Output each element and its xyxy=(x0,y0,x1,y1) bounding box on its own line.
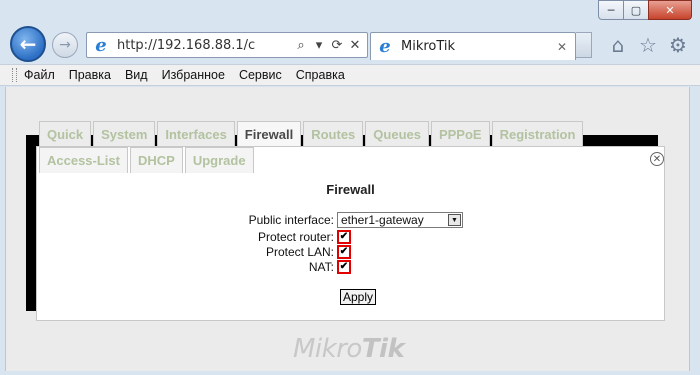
logo-part-tik: Tik xyxy=(361,334,405,364)
tab-quick[interactable]: Quick xyxy=(39,121,92,147)
back-button[interactable]: ← xyxy=(10,26,46,62)
menu-favorites[interactable]: Избранное xyxy=(162,68,225,82)
tab-firewall[interactable]: Firewall xyxy=(236,121,302,147)
menu-help[interactable]: Справка xyxy=(296,68,345,82)
menu-tools[interactable]: Сервис xyxy=(239,68,282,82)
menu-view[interactable]: Вид xyxy=(125,68,148,82)
tab-title: MikroTik xyxy=(401,39,456,54)
home-icon[interactable]: ⌂ xyxy=(606,33,630,57)
tab-interfaces[interactable]: Interfaces xyxy=(157,121,235,147)
tab-close-icon[interactable]: ✕ xyxy=(557,40,567,54)
protect-router-label: Protect router: xyxy=(257,230,334,244)
tab-system[interactable]: System xyxy=(93,121,156,147)
navigation-bar: ← → e http://192.168.88.1/cfg ⌕ ▾ ⟳ ✕ e … xyxy=(0,22,700,64)
panel-close-icon[interactable]: ✕ xyxy=(650,152,664,166)
public-interface-select[interactable]: ether1-gateway ▼ xyxy=(337,212,463,228)
public-interface-row: Public interface: ether1-gateway ▼ xyxy=(37,212,463,228)
tabs-row-1: Quick System Interfaces Firewall Routes … xyxy=(39,121,585,147)
search-icon[interactable]: ⌕ xyxy=(292,38,310,53)
nat-checkbox[interactable]: ✔ xyxy=(337,260,351,274)
protect-lan-row: Protect LAN: ✔ xyxy=(37,245,351,259)
new-tab-button[interactable] xyxy=(576,32,592,58)
arrow-right-icon: → xyxy=(59,37,71,53)
tab-favicon-icon: e xyxy=(379,36,391,57)
address-bar[interactable]: e http://192.168.88.1/cfg ⌕ ▾ ⟳ ✕ xyxy=(86,32,368,58)
window-controls: ─ ▢ ✕ xyxy=(598,0,692,22)
panel-title: Firewall xyxy=(326,182,375,197)
protect-lan-checkbox[interactable]: ✔ xyxy=(337,245,351,259)
tabs-row-2: Access-List DHCP Upgrade xyxy=(39,147,256,173)
tab-queues[interactable]: Queues xyxy=(365,121,429,147)
ie-logo-icon: e xyxy=(95,34,107,56)
tab-access-list[interactable]: Access-List xyxy=(39,147,128,173)
refresh-icon[interactable]: ⟳ xyxy=(328,38,346,53)
chevron-down-icon[interactable]: ▼ xyxy=(448,214,461,226)
favorites-star-icon[interactable]: ☆ xyxy=(636,33,660,57)
tab-routes[interactable]: Routes xyxy=(303,121,364,147)
tab-registration[interactable]: Registration xyxy=(491,121,584,147)
protect-lan-label: Protect LAN: xyxy=(265,245,334,259)
nat-row: NAT: ✔ xyxy=(37,260,351,274)
arrow-left-icon: ← xyxy=(19,32,37,56)
close-window-button[interactable]: ✕ xyxy=(648,0,692,20)
toolbar-right: ⌂ ☆ ⚙ xyxy=(606,33,690,57)
menu-file[interactable]: Файл xyxy=(24,68,55,82)
tab-pppoe[interactable]: PPPoE xyxy=(430,121,490,147)
page-content: Quick System Interfaces Firewall Routes … xyxy=(5,87,690,371)
menu-edit[interactable]: Правка xyxy=(69,68,111,82)
stop-icon[interactable]: ✕ xyxy=(346,38,364,53)
tab-dhcp[interactable]: DHCP xyxy=(129,147,183,173)
address-tools: ⌕ ▾ ⟳ ✕ xyxy=(292,38,364,53)
public-interface-label: Public interface: xyxy=(248,213,334,227)
minimize-button[interactable]: ─ xyxy=(598,0,624,20)
apply-button[interactable]: Apply xyxy=(340,289,377,305)
protect-router-row: Protect router: ✔ xyxy=(37,230,351,244)
settings-gear-icon[interactable]: ⚙ xyxy=(666,33,690,57)
logo-part-mikro: Mikro xyxy=(293,334,362,364)
mikrotik-logo: MikroTik xyxy=(293,334,405,364)
protect-router-checkbox[interactable]: ✔ xyxy=(337,230,351,244)
dropdown-icon[interactable]: ▾ xyxy=(310,38,328,53)
forward-button[interactable]: → xyxy=(52,32,78,58)
maximize-button[interactable]: ▢ xyxy=(623,0,649,20)
menu-bar: Файл Правка Вид Избранное Сервис Справка xyxy=(0,64,700,86)
tab-upgrade[interactable]: Upgrade xyxy=(184,147,254,173)
public-interface-value: ether1-gateway xyxy=(341,213,424,227)
browser-tab[interactable]: e MikroTik ✕ xyxy=(370,32,576,60)
url-text[interactable]: http://192.168.88.1/cfg xyxy=(117,38,255,53)
nat-label: NAT: xyxy=(308,260,334,274)
